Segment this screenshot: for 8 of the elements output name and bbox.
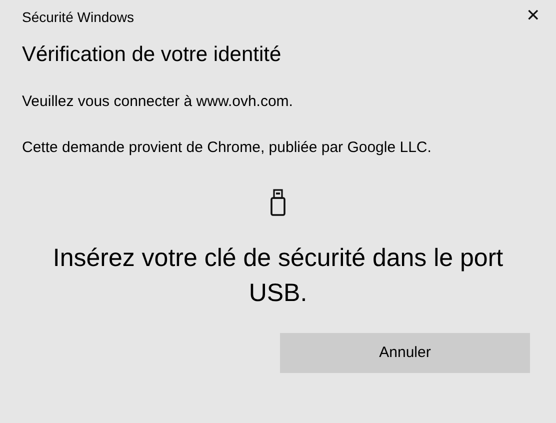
message-text: Cette demande provient de Chrome, publiée par Google LLC. [22,138,432,158]
close-button[interactable]: ✕ [526,7,540,24]
cancel-button[interactable]: Annuler [280,333,530,374]
message-text: Veuillez vous connecter à www.ovh.com. [22,92,294,112]
usb-key-icon [270,189,286,218]
window-title: Sécurité Windows [22,8,134,27]
prompt-text: Insérez votre clé de sécurité dans le port USB. [52,243,504,310]
dialog-heading: Vérification de votre identité [22,42,282,68]
